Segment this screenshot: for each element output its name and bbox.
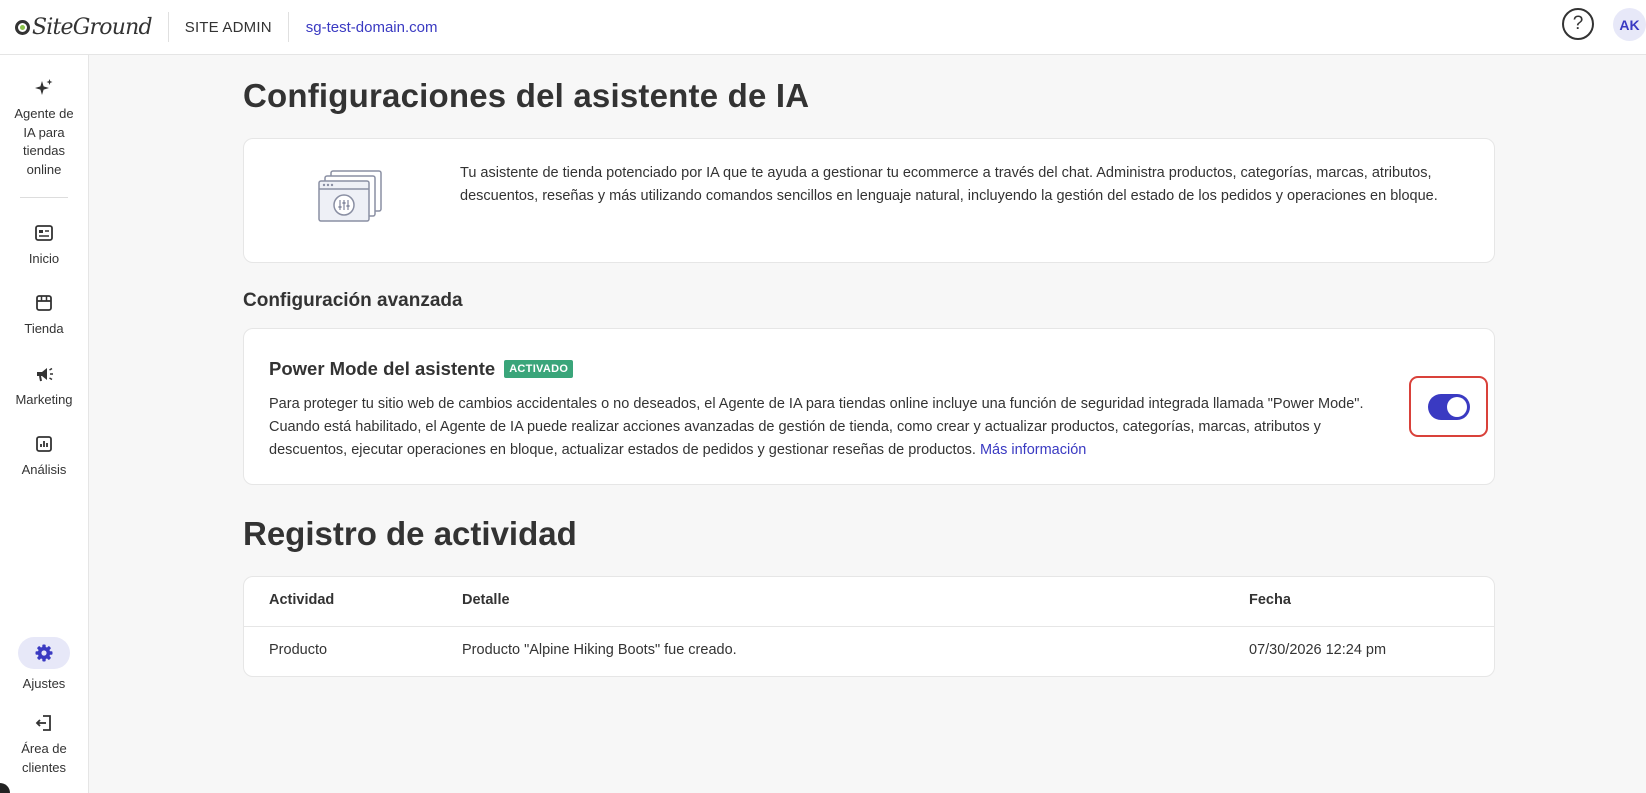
column-header-fecha: Fecha <box>1249 592 1291 608</box>
domain-link[interactable]: sg-test-domain.com <box>306 19 438 36</box>
more-info-link[interactable]: Más información <box>980 442 1086 458</box>
sidebar-item-label: Ajustes <box>22 676 66 691</box>
ai-settings-illustration-icon <box>318 170 382 222</box>
advanced-settings-title: Configuración avanzada <box>243 290 463 311</box>
sidebar-item-ai-agent[interactable]: Agente de IA para tiendas online <box>0 77 88 179</box>
sidebar-item-label: Tienda <box>24 321 64 336</box>
home-dashboard-icon <box>35 225 53 241</box>
exit-icon <box>35 715 51 731</box>
sidebar: Agente de IA para tiendas online Inicio … <box>0 55 89 793</box>
intro-description: Tu asistente de tienda potenciado por IA… <box>460 165 1438 204</box>
siteground-logo-mark-icon <box>15 19 30 35</box>
power-mode-title-row: Power Mode del asistente ACTIVADO <box>269 358 574 380</box>
question-circle-icon: ? <box>1572 13 1584 34</box>
sidebar-item-label: Inicio <box>28 251 60 266</box>
power-mode-toggle[interactable] <box>1427 393 1470 420</box>
sparkles-icon <box>35 79 53 95</box>
power-mode-description-text: Para proteger tu sitio web de cambios ac… <box>269 396 1364 458</box>
sidebar-item-marketing[interactable]: Marketing <box>0 363 88 410</box>
divider <box>167 12 169 42</box>
help-button[interactable]: ? <box>1562 8 1594 40</box>
sidebar-item-analisis[interactable]: Análisis <box>0 433 88 480</box>
intro-card: Tu asistente de tienda potenciado por IA… <box>243 138 1495 263</box>
column-header-detalle: Detalle <box>462 592 510 608</box>
sidebar-item-label: Área de clientes <box>21 741 67 775</box>
cell-detail: Producto "Alpine Hiking Boots" fue cread… <box>462 642 737 658</box>
power-mode-title: Power Mode del asistente <box>269 358 496 379</box>
sidebar-item-area-clientes[interactable]: Área de clientes <box>0 712 88 777</box>
siteground-logo[interactable]: SiteGround <box>15 0 153 55</box>
sidebar-item-ajustes[interactable]: Ajustes <box>0 637 88 694</box>
sidebar-item-label: Agente de IA para tiendas online <box>14 106 74 177</box>
site-admin-label: SITE ADMIN <box>184 18 272 36</box>
sidebar-item-label: Marketing <box>15 392 73 407</box>
sidebar-item-tienda[interactable]: Tienda <box>0 292 88 339</box>
sidebar-divider <box>20 197 68 198</box>
power-mode-description: Para proteger tu sitio web de cambios ac… <box>269 393 1389 462</box>
megaphone-icon <box>37 367 53 382</box>
status-badge: ACTIVADO <box>504 360 574 378</box>
activity-table: Actividad Detalle Fecha Producto Product… <box>243 576 1495 677</box>
top-bar: SiteGround SITE ADMIN sg-test-domain.com… <box>0 0 1646 55</box>
brand-name: SiteGround <box>32 14 153 40</box>
bar-chart-icon <box>36 436 52 452</box>
column-header-actividad: Actividad <box>269 592 335 608</box>
activity-log-title: Registro de actividad <box>243 515 577 552</box>
toggle-knob <box>1446 396 1467 417</box>
sidebar-item-inicio[interactable]: Inicio <box>0 222 88 269</box>
store-icon <box>36 295 52 311</box>
active-indicator <box>18 637 70 669</box>
power-mode-toggle-highlight <box>1409 376 1488 437</box>
cell-date: 07/30/2026 12:24 pm <box>1249 642 1387 658</box>
divider <box>287 12 289 42</box>
table-divider <box>244 626 1494 627</box>
page-title: Configuraciones del asistente de IA <box>243 77 810 114</box>
sidebar-item-label: Análisis <box>21 462 67 477</box>
user-avatar[interactable]: AK <box>1613 8 1646 41</box>
cell-activity: Producto <box>269 642 328 658</box>
gear-icon <box>35 644 53 662</box>
power-mode-card: Power Mode del asistente ACTIVADO Para p… <box>243 328 1495 485</box>
